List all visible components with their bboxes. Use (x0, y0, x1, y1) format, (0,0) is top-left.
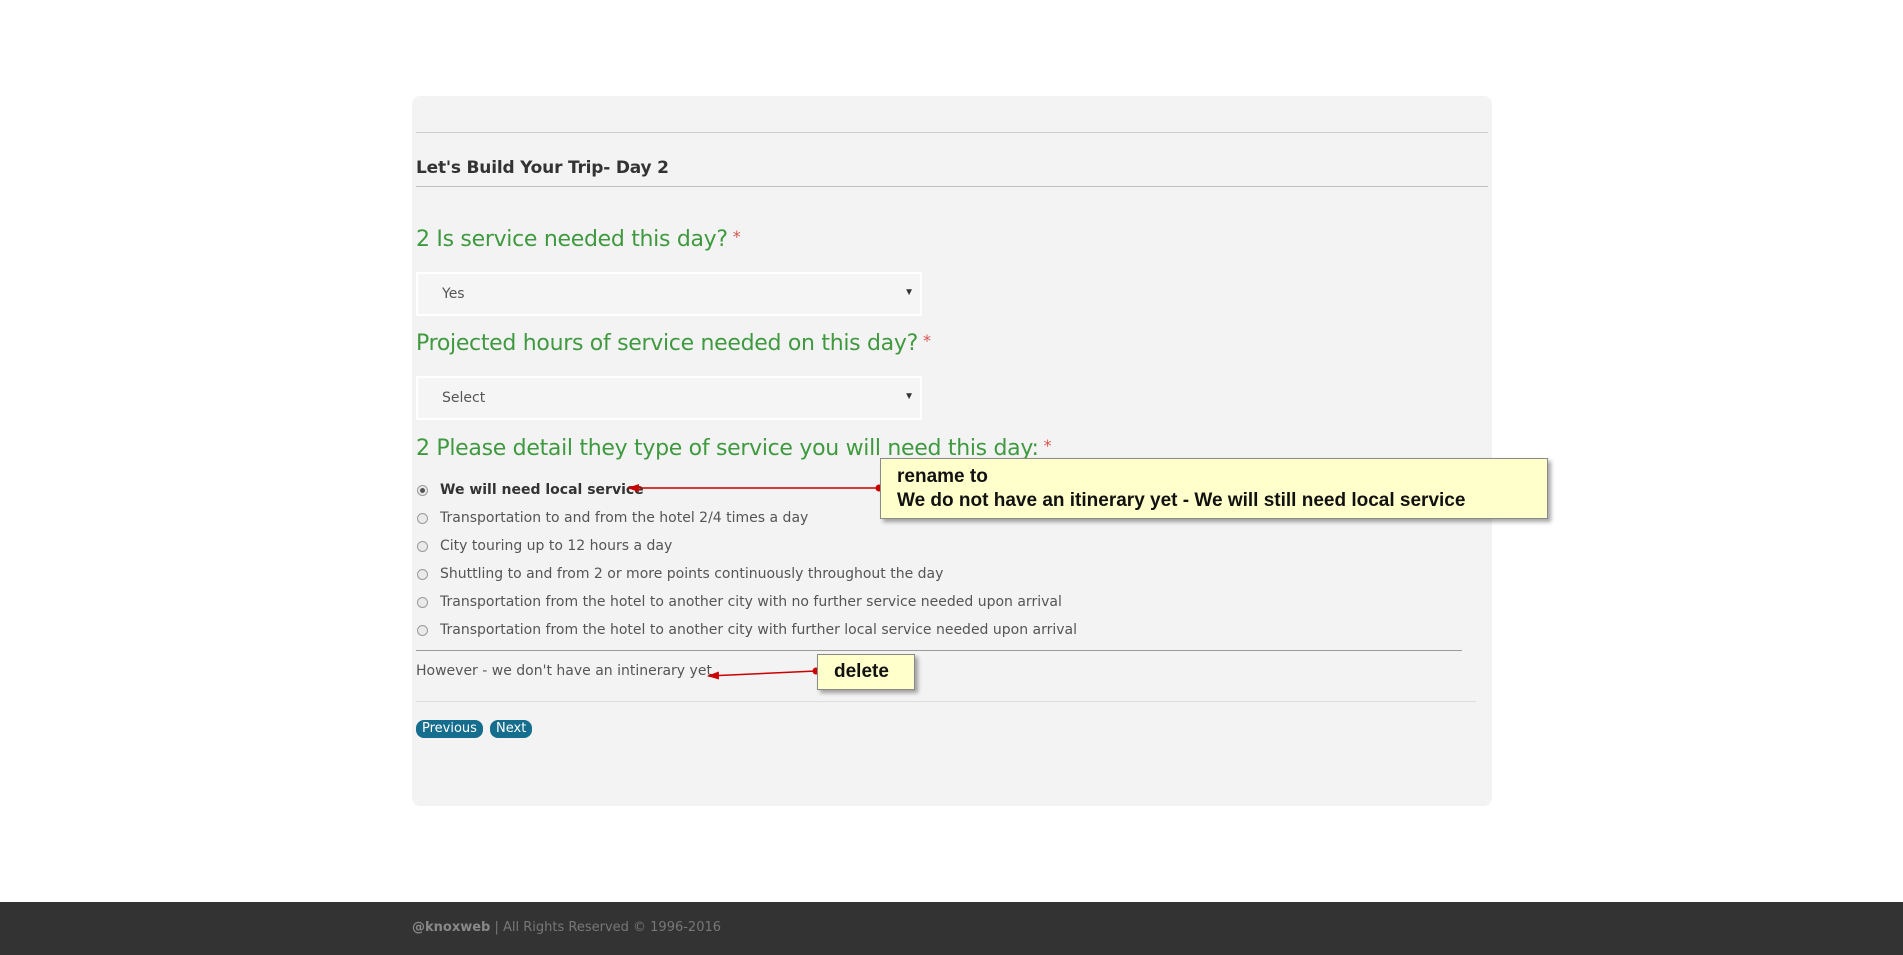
radio-label: Transportation from the hotel to another… (440, 622, 1078, 638)
radio-button[interactable] (417, 624, 428, 636)
footer-brand: @knoxweb (412, 920, 491, 935)
trip-form-panel: Let's Build Your Trip- Day 2 2 Is servic… (412, 96, 1492, 806)
radio-button[interactable] (417, 596, 428, 608)
select-value: Select (442, 390, 486, 406)
previous-button[interactable]: Previous (416, 720, 483, 738)
required-marker: * (1043, 436, 1052, 455)
radio-button[interactable] (417, 512, 428, 524)
radio-label: Transportation to and from the hotel 2/4… (440, 510, 809, 526)
radio-option-shuttling[interactable]: Shuttling to and from 2 or more points c… (417, 564, 943, 584)
rename-annotation-callout: rename to We do not have an itinerary ye… (880, 458, 1548, 519)
page: Let's Build Your Trip- Day 2 2 Is servic… (0, 0, 1903, 955)
service-needed-select[interactable]: Yes ▼ (416, 272, 922, 316)
radio-label: City touring up to 12 hours a day (440, 538, 673, 554)
required-marker: * (922, 331, 931, 350)
radio-option-city-with-service[interactable]: Transportation from the hotel to another… (417, 620, 1077, 640)
divider (416, 132, 1488, 133)
caret-down-icon: ▼ (904, 391, 914, 402)
delete-annotation-callout: delete (817, 654, 915, 690)
divider (416, 650, 1462, 651)
projected-hours-select[interactable]: Select ▼ (416, 376, 922, 420)
next-button[interactable]: Next (490, 720, 533, 738)
required-marker: * (732, 227, 741, 246)
question-projected-hours: Projected hours of service needed on thi… (416, 331, 931, 356)
copyright-text: @knoxweb | All Rights Reserved © 1996-20… (412, 920, 721, 935)
page-footer: @knoxweb | All Rights Reserved © 1996-20… (0, 902, 1903, 955)
divider (416, 186, 1488, 187)
callout-line: delete (834, 661, 889, 682)
radio-button[interactable] (417, 568, 428, 580)
footer-rights: | All Rights Reserved © 1996-2016 (490, 920, 722, 935)
section-title: Let's Build Your Trip- Day 2 (416, 158, 669, 178)
callout-line: We do not have an itinerary yet - We wil… (897, 490, 1466, 511)
radio-option-city-touring[interactable]: City touring up to 12 hours a day (417, 536, 672, 556)
question-label: Projected hours of service needed on thi… (416, 331, 918, 356)
question-service-needed: 2 Is service needed this day? * (416, 227, 741, 252)
radio-option-local-service[interactable]: We will need local service (417, 480, 644, 500)
select-value: Yes (442, 286, 465, 302)
question-label: 2 Is service needed this day? (416, 227, 728, 252)
radio-label: Shuttling to and from 2 or more points c… (440, 566, 944, 582)
radio-label: We will need local service (440, 482, 644, 498)
radio-button[interactable] (417, 540, 428, 552)
radio-option-hotel-transport[interactable]: Transportation to and from the hotel 2/4… (417, 508, 808, 528)
itinerary-note: However - we don't have an intinerary ye… (416, 663, 712, 679)
radio-label: Transportation from the hotel to another… (440, 594, 1062, 610)
radio-button-checked[interactable] (417, 484, 428, 496)
divider (416, 701, 1476, 702)
radio-option-city-no-service[interactable]: Transportation from the hotel to another… (417, 592, 1062, 612)
callout-line: rename to (897, 466, 988, 487)
caret-down-icon: ▼ (904, 287, 914, 298)
